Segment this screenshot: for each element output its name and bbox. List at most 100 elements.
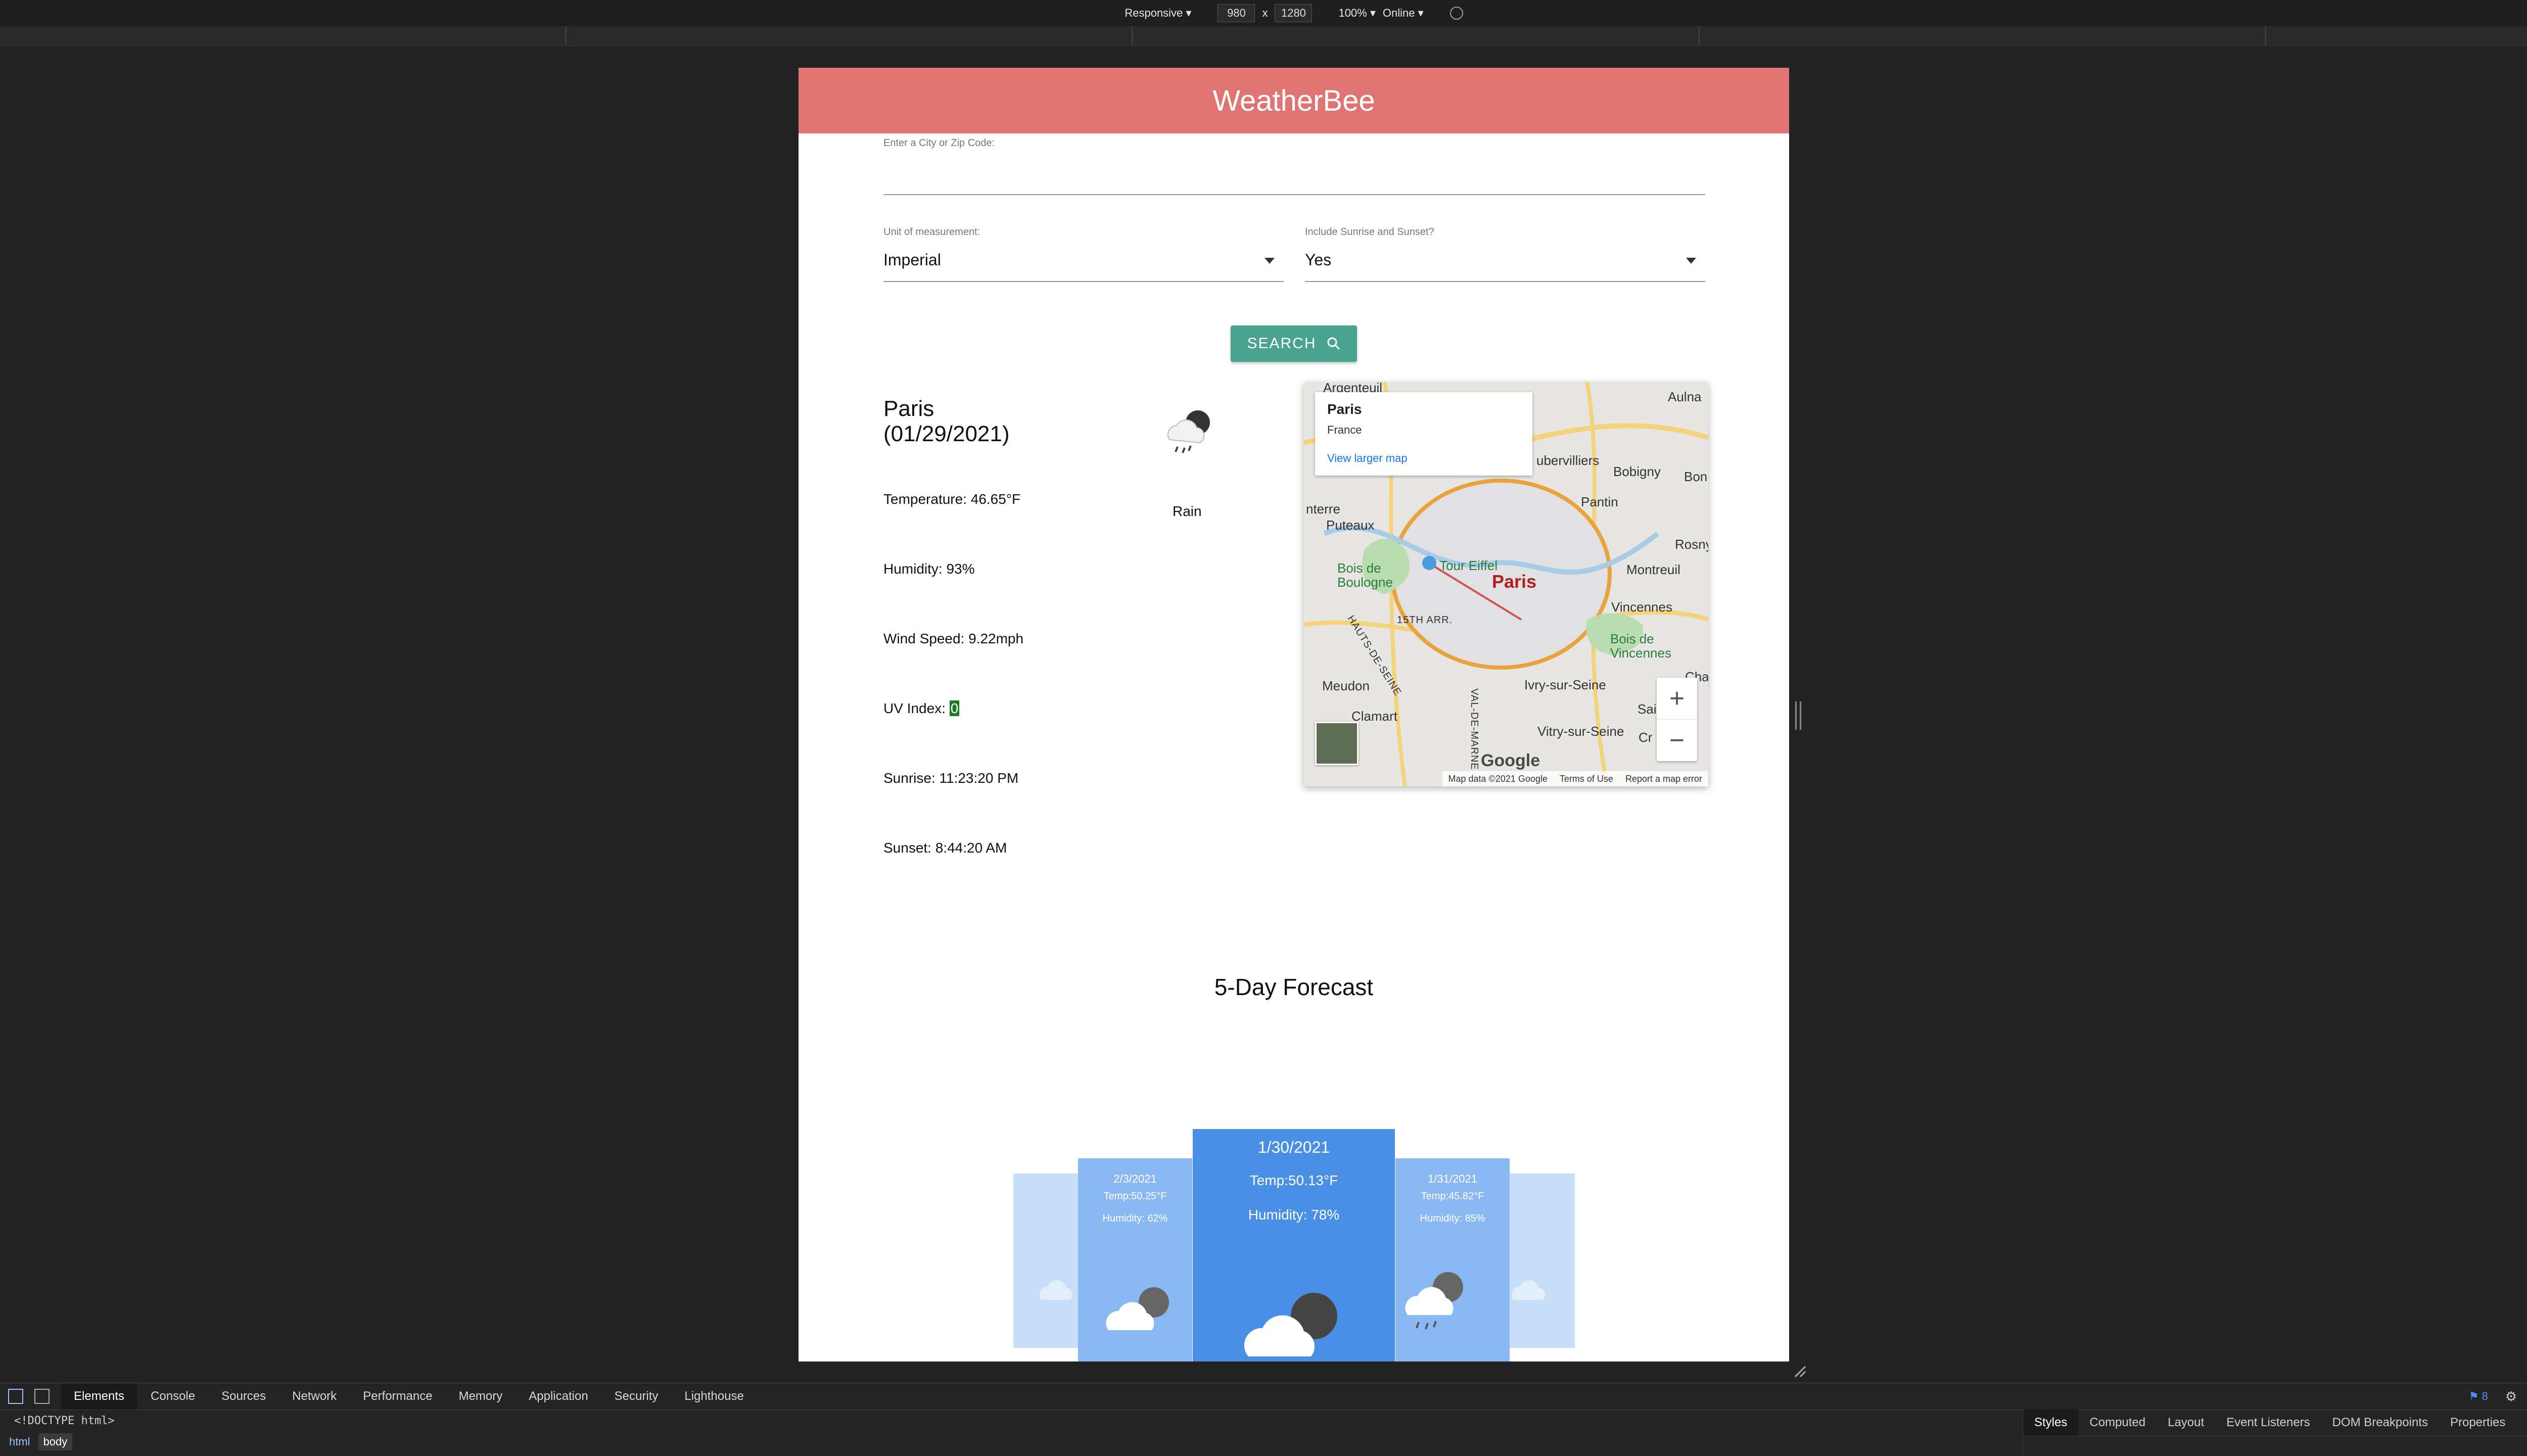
forecast-humidity: Humidity: 85% bbox=[1420, 1213, 1485, 1224]
search-icon bbox=[1327, 337, 1340, 350]
cloud-icon bbox=[1512, 1280, 1546, 1300]
map-data-credit: Map data ©2021 Google bbox=[1448, 773, 1548, 784]
view-larger-map-link[interactable]: View larger map bbox=[1327, 452, 1408, 465]
more-tabs-icon[interactable]: » bbox=[2516, 1410, 2527, 1436]
map-label-cr: Cr bbox=[1639, 730, 1653, 745]
map-label-val-de-marne: VAL-DE-MARNE bbox=[1469, 688, 1480, 770]
tab-application[interactable]: Application bbox=[516, 1383, 601, 1410]
map-label-vincennes: Vincennes bbox=[1611, 599, 1672, 615]
map-label-pantin: Pantin bbox=[1581, 494, 1618, 509]
map-label-montreuil: Montreuil bbox=[1626, 562, 1680, 577]
temperature-text: Temperature: 46.65°F bbox=[883, 491, 1021, 507]
tab-security[interactable]: Security bbox=[601, 1383, 672, 1410]
devtools-panel: Elements Console Sources Network Perform… bbox=[0, 1383, 2527, 1456]
map-label-15th-arr: 15TH ARR. bbox=[1397, 615, 1453, 626]
forecast-card-center[interactable]: 1/30/2021 Temp:50.13°F Humidity: 78% bbox=[1193, 1129, 1395, 1361]
map-zoom-control: + − bbox=[1657, 678, 1697, 761]
unit-label: Unit of measurement: bbox=[883, 226, 980, 238]
map-label-bois-boulogne: Bois de Boulogne bbox=[1337, 560, 1393, 590]
search-button[interactable]: SEARCH bbox=[1231, 325, 1357, 362]
breadcrumb-html[interactable]: html bbox=[4, 1433, 35, 1450]
tab-computed[interactable]: Computed bbox=[2078, 1410, 2157, 1436]
height-input[interactable]: 1280 bbox=[1275, 4, 1313, 22]
map-label-aubervilliers: ubervilliers bbox=[1536, 453, 1600, 468]
corner-resize-icon[interactable] bbox=[1792, 1364, 1807, 1379]
device-toggle-icon[interactable] bbox=[34, 1389, 50, 1404]
map-embed[interactable]: Argenteuil Aulna ubervilliers Bobigny Bo… bbox=[1304, 382, 1708, 786]
issues-badge[interactable]: ⚑ 8 bbox=[2469, 1390, 2488, 1403]
map-label-vitry: Vitry-sur-Seine bbox=[1537, 724, 1624, 739]
search-input-underline[interactable] bbox=[883, 194, 1705, 195]
sun-label: Include Sunrise and Sunset? bbox=[1305, 226, 1434, 238]
map-label-sai: Sai bbox=[1637, 701, 1657, 717]
terms-of-use-link[interactable]: Terms of Use bbox=[1560, 774, 1613, 784]
zoom-in-icon[interactable]: + bbox=[1657, 678, 1697, 719]
tab-network[interactable]: Network bbox=[279, 1383, 350, 1410]
forecast-card-right[interactable]: 1/31/2021 Temp:45.82°F Humidity: 85% bbox=[1395, 1158, 1510, 1361]
device-viewport: WeatherBee Enter a City or Zip Code: Uni… bbox=[799, 68, 1789, 1361]
unit-select-underline[interactable] bbox=[883, 281, 1284, 282]
forecast-temp: Temp:50.25°F bbox=[1103, 1191, 1167, 1202]
tab-styles[interactable]: Styles bbox=[2023, 1410, 2079, 1436]
tab-event-listeners[interactable]: Event Listeners bbox=[2215, 1410, 2321, 1436]
map-label-tour-eiffel: Tour Eiffel bbox=[1439, 558, 1498, 573]
forecast-date: 2/3/2021 bbox=[1113, 1172, 1157, 1185]
tab-console[interactable]: Console bbox=[137, 1383, 208, 1410]
devtools-tab-bar: Elements Console Sources Network Perform… bbox=[0, 1383, 2527, 1410]
map-label-aulna: Aulna bbox=[1668, 389, 1702, 404]
throttle-select[interactable]: Online ▾ bbox=[1383, 7, 1424, 20]
tab-layout[interactable]: Layout bbox=[2157, 1410, 2215, 1436]
tab-properties[interactable]: Properties bbox=[2439, 1410, 2516, 1436]
satellite-toggle[interactable] bbox=[1315, 722, 1359, 765]
dom-doctype-line[interactable]: <!DOCTYPE html> bbox=[14, 1415, 115, 1427]
devtools-actions: ⚑ 8 ⚙ ⋮ ✕ bbox=[2469, 1383, 2527, 1410]
sun-select[interactable]: Yes bbox=[1305, 251, 1331, 269]
cloud-icon bbox=[1039, 1280, 1073, 1300]
tab-dom-breakpoints[interactable]: DOM Breakpoints bbox=[2321, 1410, 2439, 1436]
inspect-element-icon[interactable] bbox=[8, 1389, 23, 1404]
zoom-out-icon[interactable]: − bbox=[1657, 720, 1697, 761]
sun-select-underline[interactable] bbox=[1305, 281, 1705, 282]
uv-index-text: UV Index: 0 bbox=[883, 700, 960, 717]
dimension-separator: x bbox=[1262, 7, 1268, 19]
wind-speed-text: Wind Speed: 9.22mph bbox=[883, 631, 1024, 646]
rain-cloud-icon bbox=[1405, 1272, 1463, 1330]
map-label-bon: Bon bbox=[1684, 469, 1708, 484]
breadcrumb-body[interactable]: body bbox=[38, 1433, 73, 1450]
forecast-temp: Temp:50.13°F bbox=[1249, 1172, 1338, 1188]
settings-gear-icon[interactable]: ⚙ bbox=[2505, 1389, 2517, 1404]
width-input[interactable]: 980 bbox=[1218, 4, 1255, 22]
tab-lighthouse[interactable]: Lighthouse bbox=[671, 1383, 757, 1410]
report-map-error-link[interactable]: Report a map error bbox=[1625, 774, 1702, 784]
unit-select[interactable]: Imperial bbox=[883, 251, 941, 269]
forecast-temp: Temp:45.82°F bbox=[1421, 1191, 1484, 1202]
map-label-puteaux: Puteaux bbox=[1326, 518, 1375, 533]
tab-sources[interactable]: Sources bbox=[208, 1383, 279, 1410]
zoom-select[interactable]: 100% ▾ bbox=[1338, 7, 1375, 20]
rain-icon bbox=[1167, 410, 1210, 453]
viewport-right-resize-handle[interactable] bbox=[1795, 701, 1801, 730]
tab-memory[interactable]: Memory bbox=[446, 1383, 516, 1410]
tab-elements[interactable]: Elements bbox=[61, 1383, 138, 1410]
condition-label: Rain bbox=[1173, 503, 1202, 519]
device-toolbar: Responsive ▾ 980 x 1280 100% ▾ Online ▾ … bbox=[0, 0, 2527, 26]
styles-pane: Styles Computed Layout Event Listeners D… bbox=[2023, 1410, 2527, 1456]
map-label-paris: Paris bbox=[1492, 571, 1537, 592]
forecast-card-left[interactable]: 2/3/2021 Temp:50.25°F Humidity: 62% bbox=[1078, 1158, 1192, 1361]
tab-performance[interactable]: Performance bbox=[350, 1383, 445, 1410]
forecast-date: 1/30/2021 bbox=[1257, 1138, 1330, 1156]
styles-tab-bar: Styles Computed Layout Event Listeners D… bbox=[2023, 1410, 2527, 1436]
forecast-humidity: Humidity: 62% bbox=[1102, 1213, 1168, 1224]
cloud-icon bbox=[1244, 1293, 1337, 1356]
map-label-bois-vincennes: Bois de Vincennes bbox=[1610, 631, 1671, 661]
map-place-card: Paris France View larger map bbox=[1315, 392, 1532, 476]
unit-dropdown-icon[interactable] bbox=[1265, 258, 1275, 264]
search-field-label: Enter a City or Zip Code: bbox=[883, 137, 995, 149]
forecast-date: 1/31/2021 bbox=[1428, 1172, 1477, 1185]
rotate-icon[interactable] bbox=[1449, 7, 1463, 20]
map-label-meudon: Meudon bbox=[1322, 678, 1370, 693]
device-select[interactable]: Responsive ▾ bbox=[1125, 7, 1191, 20]
media-query-bar[interactable] bbox=[0, 26, 2527, 46]
app-title: WeatherBee bbox=[1212, 84, 1375, 117]
sun-dropdown-icon[interactable] bbox=[1686, 258, 1696, 264]
